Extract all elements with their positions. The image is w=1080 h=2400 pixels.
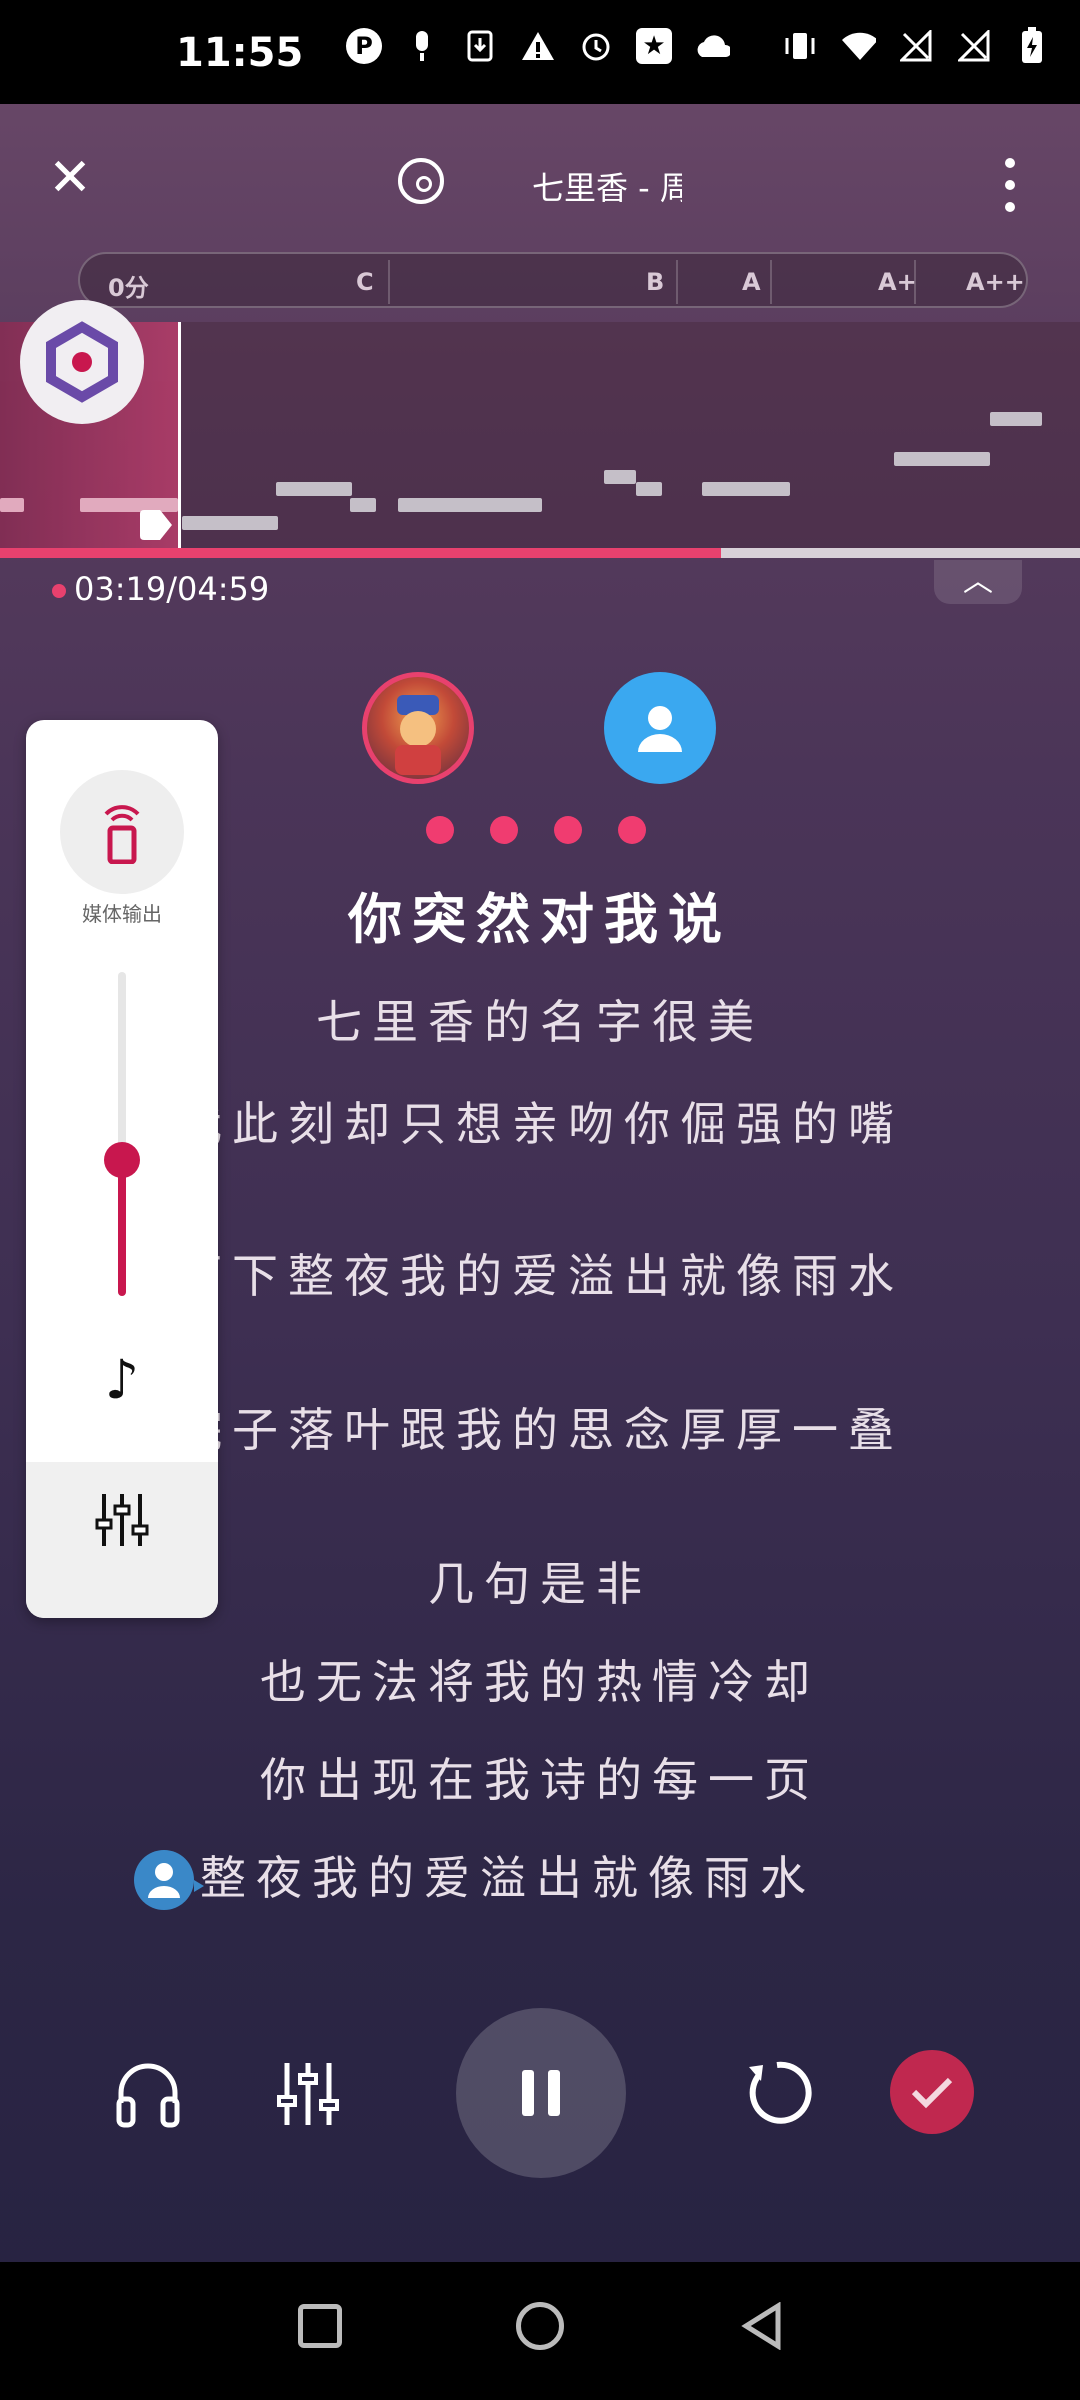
grade-a-plus-plus: A++	[966, 268, 1025, 296]
media-output-label: 媒体输出	[82, 902, 162, 926]
status-icons: P ★	[346, 27, 1050, 64]
battery-charging-icon	[1014, 27, 1050, 64]
star-icon: ★	[636, 28, 672, 64]
singer-avatar-image	[395, 695, 441, 775]
signal-icon	[898, 28, 934, 64]
mixer-settings-icon[interactable]	[270, 2056, 346, 2132]
pitch-note	[636, 482, 662, 496]
cast-speaker-icon	[104, 805, 140, 864]
warning-icon	[520, 28, 556, 64]
lyric-line: 雨下整夜我的爱溢出就像雨水	[176, 1249, 904, 1303]
score-value: 0分	[108, 274, 149, 302]
mic-icon	[404, 28, 440, 64]
lyric-line: 七里香的名字很美	[316, 995, 764, 1049]
status-bar: 11:55 P ★	[0, 0, 1080, 104]
volume-panel: 媒体输出 ♪	[26, 720, 218, 1618]
wifi-icon	[840, 28, 876, 64]
grade-divider	[676, 260, 678, 304]
grade-divider	[770, 260, 772, 304]
app-logo-icon	[46, 321, 118, 403]
recent-apps-icon[interactable]	[298, 2304, 342, 2348]
volume-slider-knob[interactable]	[104, 1142, 140, 1178]
media-output-button[interactable]	[60, 770, 184, 894]
back-icon[interactable]	[738, 2301, 786, 2351]
vinyl-disc-icon[interactable]	[398, 158, 444, 204]
grade-divider	[388, 260, 390, 304]
pitch-note	[990, 412, 1042, 426]
grade-c: C	[356, 268, 374, 296]
timeline: 03:19/04:59	[52, 570, 269, 608]
lyric-line: 我此刻却只想亲吻你倔强的嘴	[176, 1097, 904, 1151]
countdown-dots	[426, 816, 646, 844]
song-title: 七里香 - 周	[532, 169, 682, 207]
pitch-note	[276, 482, 352, 496]
app-logo	[20, 300, 144, 424]
song-progress-fill	[0, 548, 721, 558]
pause-icon	[522, 2070, 560, 2116]
more-options-icon[interactable]	[1000, 158, 1020, 212]
lyric-line: 也无法将我的热情冷却	[260, 1655, 820, 1709]
p-icon: P	[346, 28, 382, 64]
singer-avatar[interactable]	[362, 672, 474, 784]
pause-button[interactable]	[456, 2008, 626, 2178]
score-grade-bar: 0分 C B A A+ A++	[78, 252, 1028, 308]
volume-slider-fill	[118, 1160, 126, 1296]
finish-button[interactable]	[890, 2050, 974, 2134]
user-icon	[638, 706, 682, 752]
status-time: 11:55	[176, 30, 304, 76]
pitch-note	[702, 482, 790, 496]
restart-icon[interactable]	[736, 2052, 818, 2134]
alarm-icon	[578, 28, 614, 64]
grade-a: A	[742, 268, 761, 296]
navigation-bar	[0, 2262, 1080, 2400]
download-icon	[462, 28, 498, 64]
lyric-line: 几句是非	[428, 1557, 652, 1611]
pitch-indicator-icon	[138, 510, 172, 540]
grade-a-plus: A+	[878, 268, 917, 296]
pitch-note	[398, 498, 542, 512]
pitch-note	[604, 470, 636, 484]
pitch-cursor	[178, 322, 181, 548]
partner-singing-icon	[132, 1848, 204, 1912]
home-icon[interactable]	[516, 2302, 564, 2350]
lyric-line: 你出现在我诗的每一页	[260, 1753, 820, 1807]
headphones-icon[interactable]	[110, 2056, 186, 2132]
close-button[interactable]: ✕	[40, 148, 100, 208]
recording-dot-icon	[52, 584, 66, 598]
lyric-line: 整夜我的爱溢出就像雨水	[200, 1851, 816, 1905]
pitch-note	[0, 498, 24, 512]
timeline-text: 03:19/04:59	[74, 570, 270, 608]
grade-b: B	[646, 268, 665, 296]
grade-divider	[914, 260, 916, 304]
music-note-icon[interactable]: ♪	[92, 1350, 152, 1410]
cloud-icon	[694, 28, 730, 64]
pitch-note	[894, 452, 990, 466]
equalizer-icon[interactable]	[92, 1490, 152, 1550]
lyric-line: 院子落叶跟我的思念厚厚一叠	[176, 1403, 904, 1457]
pitch-note	[350, 498, 376, 512]
signal2-icon	[956, 28, 992, 64]
checkmark-icon	[911, 2077, 953, 2109]
vibrate-icon	[782, 28, 818, 64]
partner-avatar[interactable]	[604, 672, 716, 784]
pitch-note	[182, 516, 278, 530]
collapse-chevron-icon[interactable]: ︿	[934, 560, 1022, 604]
lyric-current-line: 你突然对我说	[348, 888, 732, 951]
